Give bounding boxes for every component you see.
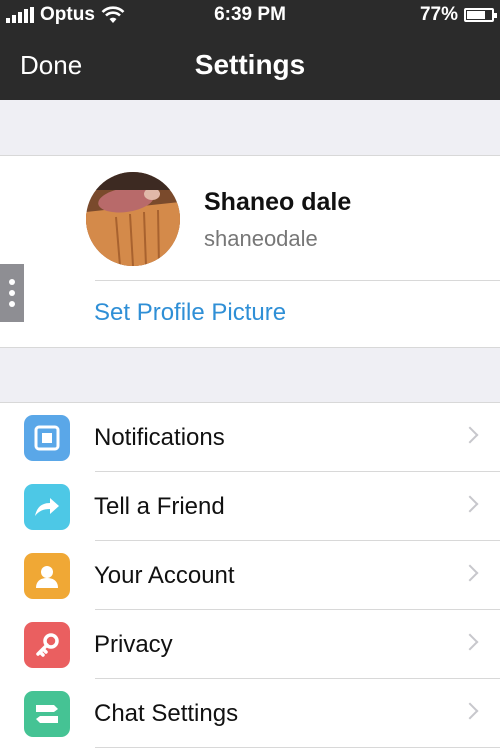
- profile-name: Shaneo dale: [204, 188, 352, 216]
- status-bar: Optus 6:39 PM 77%: [0, 0, 500, 30]
- side-drag-handle[interactable]: [0, 264, 24, 322]
- menu-item-label: Notifications: [94, 424, 225, 451]
- menu-item-tell-a-friend[interactable]: Tell a Friend: [0, 472, 500, 541]
- set-profile-picture-link[interactable]: Set Profile Picture: [94, 299, 286, 327]
- menu-item-label: Tell a Friend: [94, 493, 225, 520]
- menu-item-label: Your Account: [94, 562, 235, 589]
- profile-username: shaneodale: [204, 226, 318, 251]
- key-icon: [24, 622, 70, 668]
- avatar[interactable]: [86, 172, 180, 266]
- chevron-right-icon: [461, 426, 479, 444]
- chevron-right-icon: [461, 702, 479, 720]
- chat-settings-icon: [24, 691, 70, 737]
- divider: [95, 747, 500, 748]
- settings-menu: Notifications Tell a Friend Your Account…: [0, 402, 500, 750]
- menu-item-label: Chat Settings: [94, 700, 239, 727]
- divider: [95, 280, 500, 281]
- battery-fill: [467, 11, 485, 19]
- battery-area: 77%: [419, 4, 497, 26]
- avatar-photo: [86, 172, 180, 266]
- nav-bar: Done Settings: [0, 30, 500, 100]
- chevron-right-icon: [461, 495, 479, 513]
- battery-icon: [464, 8, 497, 22]
- share-arrow-icon: [24, 484, 70, 530]
- notifications-icon: [24, 415, 70, 461]
- menu-item-your-account[interactable]: Your Account: [0, 541, 500, 610]
- chevron-right-icon: [461, 564, 479, 582]
- menu-item-notifications[interactable]: Notifications: [0, 403, 500, 472]
- battery-percent: 77%: [419, 4, 458, 25]
- profile-card: Shaneo dale shaneodale Set Profile Pictu…: [0, 155, 500, 348]
- menu-item-label: Privacy: [94, 631, 173, 658]
- menu-item-privacy[interactable]: Privacy: [0, 610, 500, 679]
- menu-item-chat-settings[interactable]: Chat Settings: [0, 679, 500, 748]
- chevron-right-icon: [461, 633, 479, 651]
- done-button[interactable]: Done: [20, 30, 82, 100]
- account-icon: [24, 553, 70, 599]
